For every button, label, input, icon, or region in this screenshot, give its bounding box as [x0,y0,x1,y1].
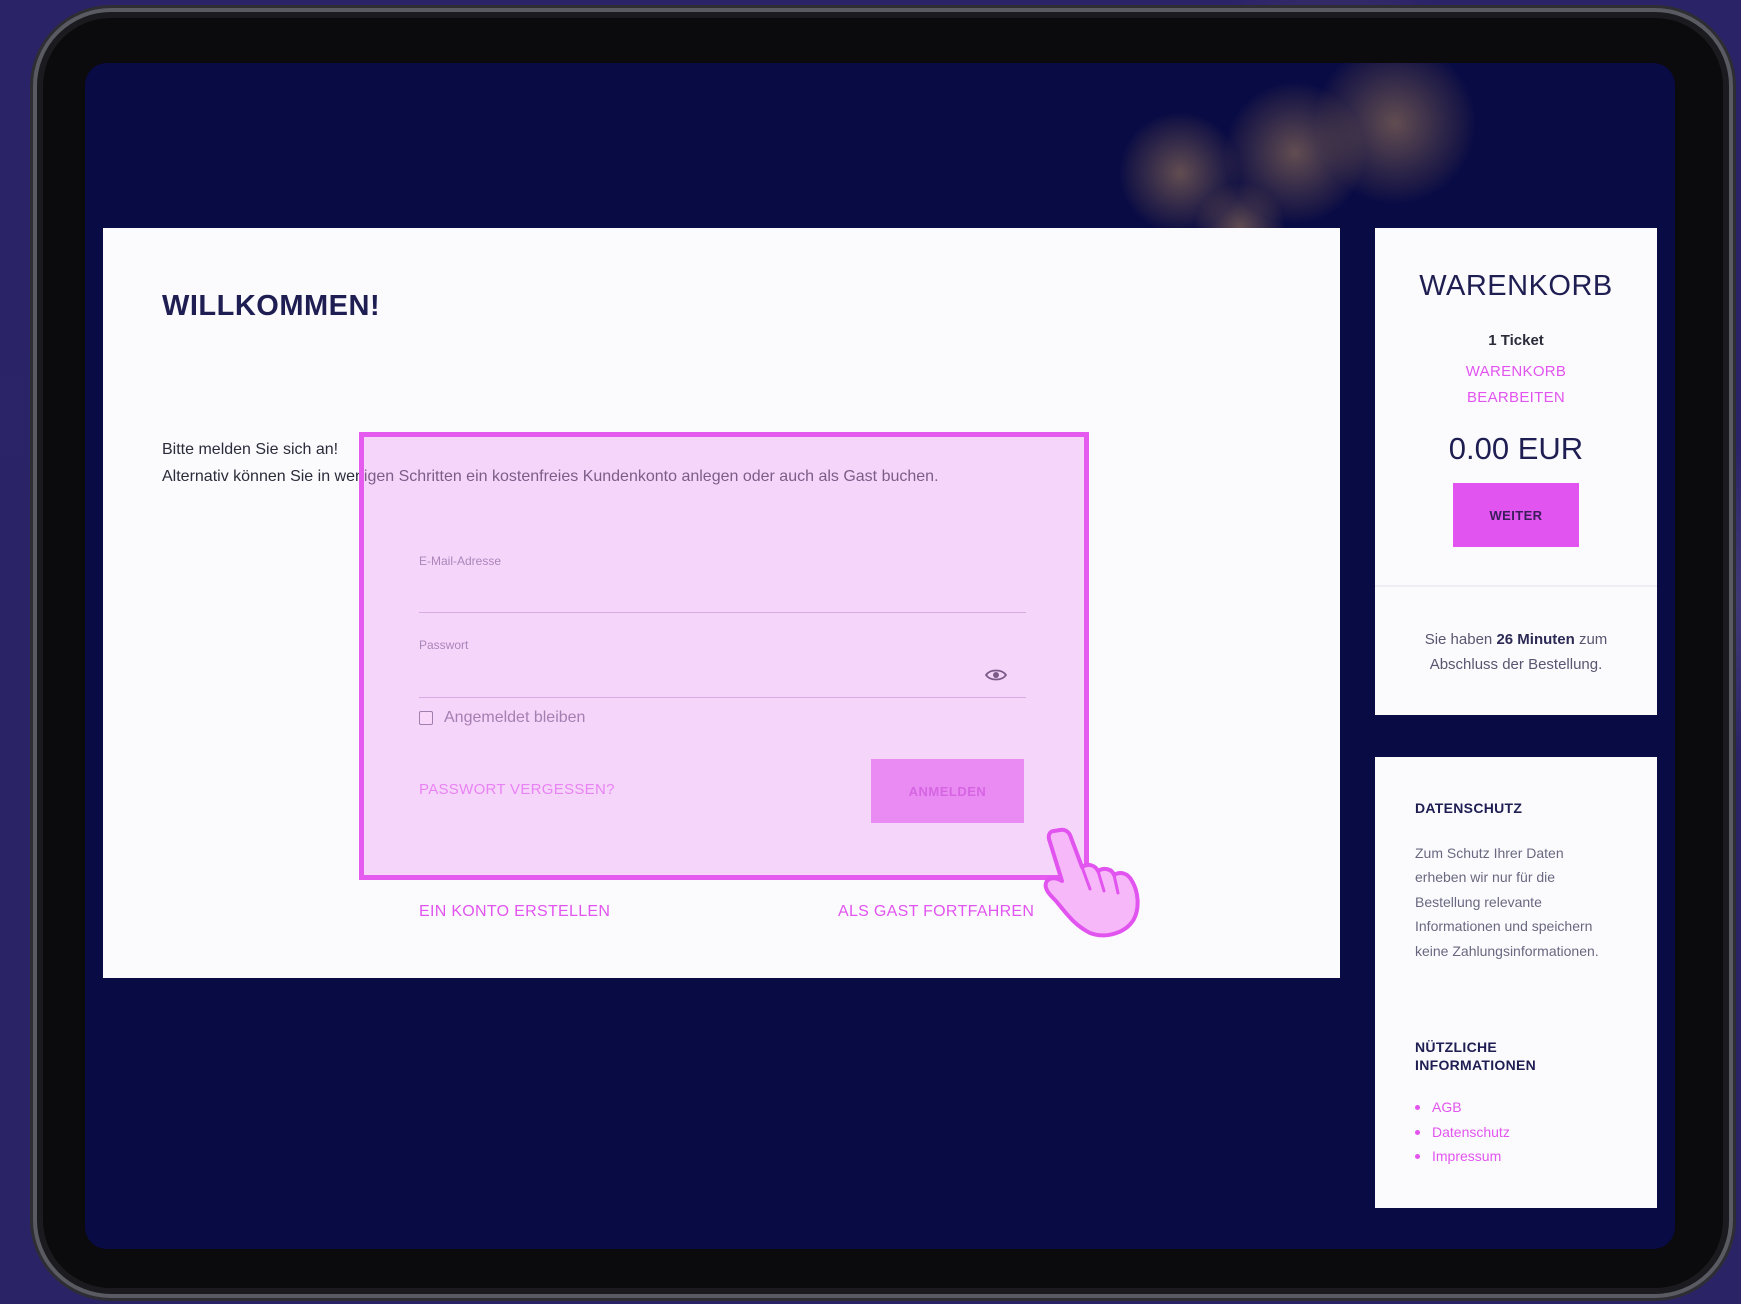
edit-cart-link[interactable]: WARENKORB BEARBEITEN [1375,359,1657,411]
privacy-heading: DATENSCHUTZ [1415,800,1523,816]
timer-prefix: Sie haben [1424,631,1493,648]
useful-links-list: AGB Datenschutz Impressum [1415,1095,1510,1169]
edit-cart-line-1: WARENKORB [1465,363,1567,380]
timer-value: 26 Minuten [1496,631,1575,648]
link-agb-label: AGB [1432,1099,1462,1115]
bullet [1415,1154,1420,1159]
link-impressum[interactable]: Impressum [1415,1144,1510,1169]
info-card: DATENSCHUTZ Zum Schutz Ihrer Daten erheb… [1375,757,1657,1208]
edit-cart-line-2: BEARBEITEN [1466,389,1566,406]
link-agb[interactable]: AGB [1415,1095,1510,1120]
link-datenschutz-label: Datenschutz [1432,1123,1510,1140]
continue-button[interactable]: WEITER [1453,483,1579,547]
link-impressum-label: Impressum [1432,1148,1502,1164]
link-datenschutz[interactable]: Datenschutz [1415,1120,1510,1145]
guest-checkout-link[interactable]: ALS GAST FORTFAHREN [838,903,1034,921]
cart-divider [1375,585,1657,587]
timer-suffix-2: Abschluss der Bestellung. [1429,656,1603,673]
page-title: WILLKOMMEN! [162,290,381,322]
cart-count: 1 Ticket [1488,332,1544,349]
useful-info-heading: NÜTZLICHE INFORMATIONEN [1415,1038,1536,1074]
create-account-link[interactable]: EIN KONTO ERSTELLEN [419,903,610,921]
timer-suffix-1: zum [1578,631,1608,648]
hand-pointer-icon [1043,827,1140,938]
cart-title: WARENKORB [1419,270,1613,302]
checkout-timer: Sie haben 26 Minuten zum Abschluss der B… [1405,627,1627,677]
form-highlight-overlay [359,432,1089,880]
useful-heading-line-1: NÜTZLICHE [1415,1039,1498,1055]
cart-total: 0.00 EUR [1448,431,1584,466]
bullet [1415,1129,1420,1135]
bullet [1415,1105,1420,1110]
useful-heading-line-2: INFORMATIONEN [1415,1057,1537,1073]
cart-card: WARENKORB 1 Ticket WARENKORB BEARBEITEN … [1375,228,1657,715]
privacy-text: Zum Schutz Ihrer Daten erheben wir nur f… [1415,845,1599,959]
